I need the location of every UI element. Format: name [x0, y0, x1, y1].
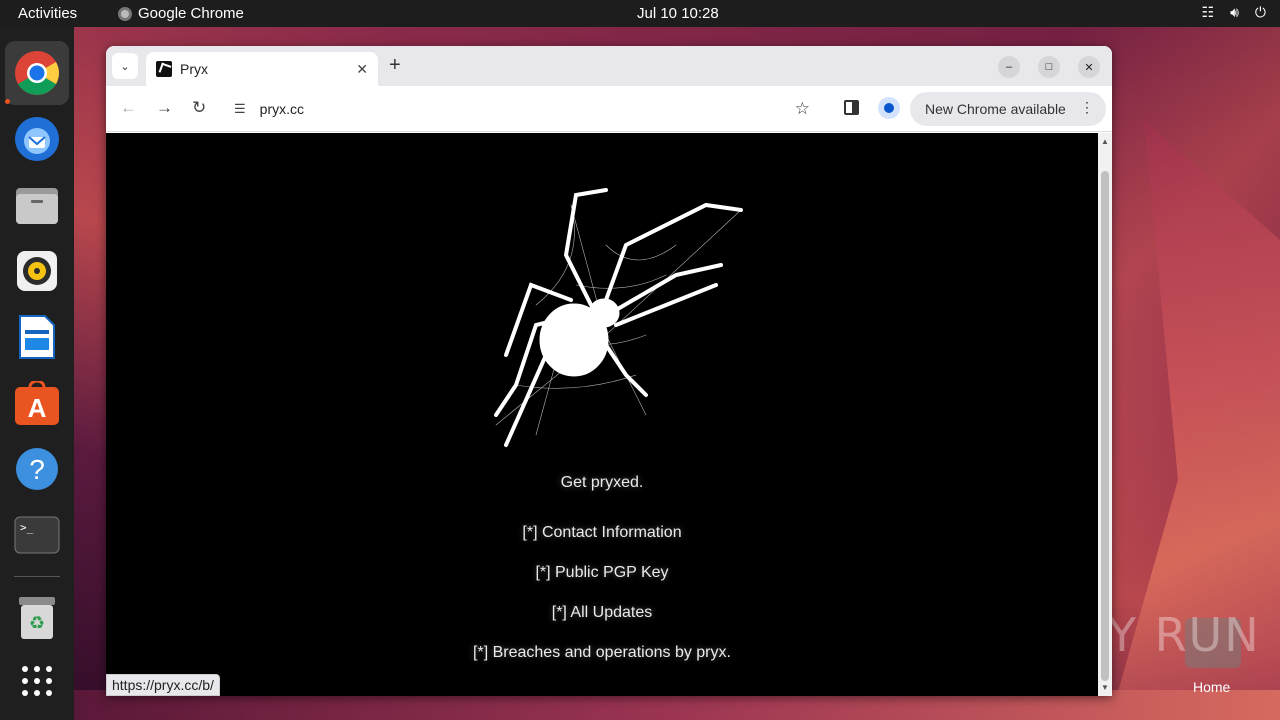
minimize-button[interactable]: –	[998, 56, 1020, 78]
running-indicator	[5, 99, 10, 104]
scrollbar-thumb[interactable]	[1101, 171, 1109, 681]
app-center-icon[interactable]: A	[13, 379, 61, 427]
activities-button[interactable]: Activities	[18, 5, 77, 22]
chevron-down-icon: ⌄	[120, 60, 130, 73]
close-window-button[interactable]: ✕	[1078, 56, 1100, 78]
browser-toolbar: ← → ↻ ☰ pryx.cc ☆ New Chrome available ⋮	[106, 86, 1112, 132]
clock[interactable]: Jul 10 10:28	[637, 5, 719, 22]
tab-strip: ⌄ Pryx ✕ + – □ ✕	[106, 46, 1112, 86]
power-icon: ⏻	[1254, 4, 1266, 20]
side-panel-icon[interactable]	[844, 100, 859, 115]
pgp-key-link[interactable]: [*] Public PGP Key	[106, 564, 1098, 582]
tagline: Get pryxed.	[560, 474, 644, 491]
tab-title: Pryx	[180, 61, 208, 77]
bookmark-star-icon[interactable]: ☆	[795, 99, 810, 119]
thunderbird-icon[interactable]	[13, 115, 61, 163]
site-info-icon[interactable]: ☰	[234, 101, 246, 117]
back-button[interactable]: ←	[120, 98, 137, 118]
update-label: New Chrome available	[925, 101, 1066, 117]
kebab-menu-icon[interactable]: ⋮	[1080, 99, 1094, 116]
dock-separator	[14, 576, 60, 577]
app-menu-label: Google Chrome	[138, 5, 244, 22]
terminal-icon[interactable]: >_	[13, 511, 61, 559]
url-text[interactable]: pryx.cc	[260, 101, 304, 117]
maximize-button[interactable]: □	[1038, 56, 1060, 78]
forward-button[interactable]: →	[156, 98, 173, 118]
breaches-link[interactable]: [*] Breaches and operations by pryx.	[106, 644, 1098, 662]
help-icon[interactable]: ?	[13, 445, 61, 493]
contact-link[interactable]: [*] Contact Information	[106, 524, 1098, 542]
chrome-small-icon	[118, 6, 132, 21]
network-icon: ☷	[1201, 4, 1215, 20]
home-folder-label[interactable]: Home	[1193, 679, 1230, 695]
close-tab-icon[interactable]: ✕	[356, 61, 368, 78]
writer-icon[interactable]	[13, 313, 61, 361]
svg-text:♻: ♻	[29, 613, 45, 633]
spider-logo	[494, 188, 743, 447]
show-apps-icon[interactable]	[13, 657, 61, 705]
svg-text:A: A	[28, 393, 47, 423]
chrome-icon[interactable]	[13, 49, 61, 97]
tab-search-button[interactable]: ⌄	[112, 53, 138, 79]
profile-avatar-icon[interactable]	[878, 97, 900, 119]
new-tab-button[interactable]: +	[389, 54, 401, 77]
dock: A ? >_ ♻	[0, 27, 74, 720]
volume-icon: 🔊︎	[1230, 4, 1239, 20]
favicon-icon	[156, 61, 172, 77]
chrome-window: ⌄ Pryx ✕ + – □ ✕ ← → ↻ ☰ pryx.cc ☆ New C…	[106, 46, 1112, 696]
svg-text:?: ?	[29, 454, 45, 485]
page-scrollbar[interactable]: ▲ ▼	[1098, 133, 1112, 696]
app-menu[interactable]: Google Chrome	[118, 5, 244, 22]
system-tray[interactable]: ☷ 🔊︎ ⏻	[1202, 4, 1266, 21]
scroll-up-icon[interactable]: ▲	[1101, 137, 1109, 146]
trash-icon[interactable]: ♻	[13, 594, 61, 642]
page-viewport: Get pryxed. [*] Contact Information [*] …	[106, 133, 1098, 696]
scroll-down-icon[interactable]: ▼	[1101, 683, 1109, 692]
reload-button[interactable]: ↻	[192, 98, 206, 118]
tab-pryx[interactable]: Pryx ✕	[146, 52, 378, 86]
svg-text:>_: >_	[20, 521, 34, 534]
status-bubble: https://pryx.cc/b/	[106, 674, 220, 696]
files-icon[interactable]	[13, 181, 61, 229]
updates-link[interactable]: [*] All Updates	[106, 604, 1098, 622]
top-bar: Activities Google Chrome Jul 10 10:28 ☷ …	[0, 0, 1280, 27]
address-bar[interactable]: ☰ pryx.cc ☆	[222, 92, 824, 126]
chrome-update-button[interactable]: New Chrome available ⋮	[910, 92, 1106, 126]
rhythmbox-icon[interactable]	[13, 247, 61, 295]
